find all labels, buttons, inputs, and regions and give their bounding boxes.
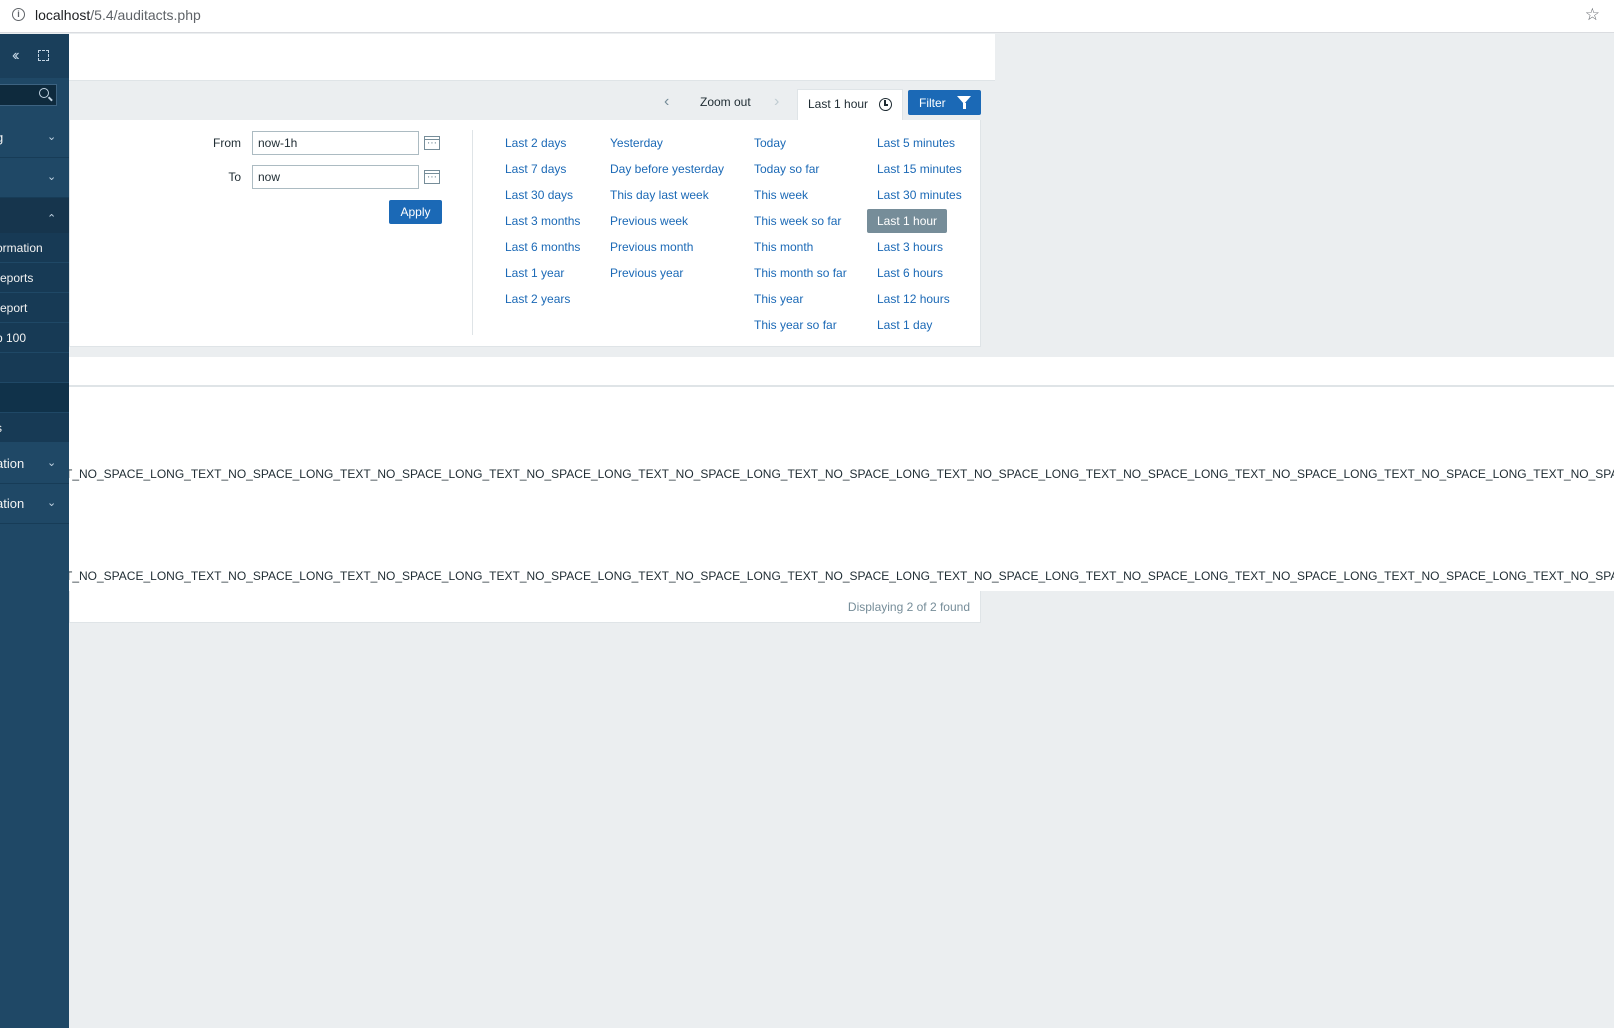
- quick-range-last-12-hours[interactable]: Last 12 hours: [877, 292, 950, 306]
- quick-range-last-1-hour-selected[interactable]: Last 1 hour: [867, 209, 948, 233]
- table-header: [69, 357, 1614, 387]
- quick-range-last-6-hours[interactable]: Last 6 hours: [877, 266, 943, 280]
- panel-divider: [472, 130, 473, 335]
- sidebar-menu-reports[interactable]: ⌃: [0, 198, 69, 238]
- filter-tab-button[interactable]: Filter: [908, 90, 981, 115]
- sidebar-item-audit[interactable]: [0, 353, 69, 383]
- sidebar-item-system-information[interactable]: ormation: [0, 233, 69, 263]
- chevron-down-icon: ⌄: [47, 497, 57, 509]
- collapse-sidebar-icon[interactable]: ‹‹: [12, 47, 19, 65]
- filter-tab-label: Filter: [919, 96, 946, 110]
- quick-range-this-day-last-week[interactable]: This day last week: [610, 188, 709, 202]
- sidebar-item-label: report: [0, 301, 28, 315]
- quick-range-this-year[interactable]: This year: [754, 292, 803, 306]
- quick-range-today[interactable]: Today: [754, 136, 786, 150]
- clock-icon: [879, 98, 892, 111]
- search-icon[interactable]: [39, 88, 49, 98]
- to-label: To: [228, 170, 241, 184]
- sidebar-item-label: s: [0, 421, 2, 435]
- sidebar-item-action-log[interactable]: [0, 383, 69, 413]
- to-calendar-icon[interactable]: [424, 170, 440, 184]
- url-path: /5.4/auditacts.php: [90, 7, 201, 23]
- quick-range-last-7-days[interactable]: Last 7 days: [505, 162, 566, 176]
- apply-button[interactable]: Apply: [389, 200, 442, 224]
- row-message: T_NO_SPACE_LONG_TEXT_NO_SPACE_LONG_TEXT_…: [69, 467, 1614, 481]
- sidebar-item-label: p 100: [0, 331, 27, 345]
- quick-range-last-2-years[interactable]: Last 2 years: [505, 292, 570, 306]
- sidebar-menu-label: ation: [0, 496, 25, 511]
- quick-range-this-month[interactable]: This month: [754, 240, 813, 254]
- time-selection-panel: From To Apply Last 2 days Last 7 days La…: [69, 120, 981, 347]
- sidebar-item-availability-reports[interactable]: reports: [0, 263, 69, 293]
- chevron-down-icon: ⌄: [47, 131, 57, 143]
- zoom-out-button[interactable]: Zoom out: [700, 95, 751, 109]
- quick-range-previous-week[interactable]: Previous week: [610, 214, 688, 228]
- kiosk-mode-icon[interactable]: [38, 50, 49, 61]
- filter-funnel-icon: [957, 96, 971, 109]
- quick-range-this-week-so-far[interactable]: This week so far: [754, 214, 841, 228]
- quick-range-previous-month[interactable]: Previous month: [610, 240, 693, 254]
- table-row: T_NO_SPACE_LONG_TEXT_NO_SPACE_LONG_TEXT_…: [69, 387, 1614, 490]
- quick-range-last-3-months[interactable]: Last 3 months: [505, 214, 580, 228]
- next-period-button[interactable]: ›: [774, 93, 779, 111]
- quick-range-last-30-days[interactable]: Last 30 days: [505, 188, 573, 202]
- quick-range-day-before-yesterday[interactable]: Day before yesterday: [610, 162, 724, 176]
- sidebar: ‹‹ g ⌄ ⌄ ⌃ ormation reports report p 100…: [0, 34, 69, 1028]
- quick-range-last-6-months[interactable]: Last 6 months: [505, 240, 580, 254]
- sidebar-item-sla-report[interactable]: report: [0, 293, 69, 323]
- table-row: T_NO_SPACE_LONG_TEXT_NO_SPACE_LONG_TEXT_…: [69, 489, 1614, 592]
- quick-range-this-week[interactable]: This week: [754, 188, 808, 202]
- quick-range-today-so-far[interactable]: Today so far: [754, 162, 819, 176]
- table-footer: Displaying 2 of 2 found: [69, 591, 981, 623]
- sidebar-header: ‹‹: [0, 34, 69, 78]
- quick-range-this-month-so-far[interactable]: This month so far: [754, 266, 847, 280]
- quick-range-yesterday[interactable]: Yesterday: [610, 136, 663, 150]
- quick-range-previous-year[interactable]: Previous year: [610, 266, 683, 280]
- url-text[interactable]: localhost/5.4/auditacts.php: [35, 7, 201, 23]
- quick-range-last-3-hours[interactable]: Last 3 hours: [877, 240, 943, 254]
- quick-range-last-15-minutes[interactable]: Last 15 minutes: [877, 162, 962, 176]
- paging-info: Displaying 2 of 2 found: [847, 600, 970, 614]
- quick-range-last-1-year[interactable]: Last 1 year: [505, 266, 564, 280]
- sidebar-item-top-100[interactable]: p 100: [0, 323, 69, 353]
- time-period-tab-label: Last 1 hour: [808, 97, 869, 111]
- chevron-down-icon: ⌄: [47, 457, 57, 469]
- url-host: localhost: [35, 7, 91, 23]
- quick-range-this-year-so-far[interactable]: This year so far: [754, 318, 837, 332]
- from-input[interactable]: [252, 131, 419, 155]
- bookmark-star-icon[interactable]: ☆: [1585, 5, 1600, 25]
- page-header: [69, 34, 995, 81]
- chevron-up-icon: ⌃: [47, 213, 57, 225]
- sidebar-menu-label: ation: [0, 456, 25, 471]
- chevron-down-icon: ⌄: [47, 171, 57, 183]
- sidebar-menu-monitoring[interactable]: g ⌄: [0, 118, 69, 158]
- browser-address-bar: i localhost/5.4/auditacts.php ☆: [0, 0, 1614, 33]
- quick-range-last-30-minutes[interactable]: Last 30 minutes: [877, 188, 962, 202]
- sidebar-menu-label: g: [0, 130, 3, 145]
- previous-period-button[interactable]: ‹: [664, 93, 669, 111]
- sidebar-menu-administration[interactable]: ation ⌄: [0, 484, 69, 524]
- time-period-tab[interactable]: Last 1 hour: [797, 89, 903, 120]
- sidebar-item-label: ormation: [0, 241, 43, 255]
- quick-range-last-5-minutes[interactable]: Last 5 minutes: [877, 136, 955, 150]
- from-label: From: [213, 136, 241, 150]
- to-input[interactable]: [252, 165, 419, 189]
- sidebar-menu-inventory[interactable]: ⌄: [0, 158, 69, 198]
- row-message: T_NO_SPACE_LONG_TEXT_NO_SPACE_LONG_TEXT_…: [69, 569, 1614, 583]
- from-calendar-icon[interactable]: [424, 136, 440, 150]
- site-info-icon[interactable]: i: [12, 8, 25, 21]
- quick-range-last-1-day[interactable]: Last 1 day: [877, 318, 932, 332]
- quick-range-last-2-days[interactable]: Last 2 days: [505, 136, 566, 150]
- sidebar-item-label: reports: [0, 271, 34, 285]
- sidebar-search-input[interactable]: [0, 84, 57, 106]
- sidebar-item-notifications[interactable]: s: [0, 413, 69, 443]
- sidebar-menu-configuration[interactable]: ation ⌄: [0, 444, 69, 484]
